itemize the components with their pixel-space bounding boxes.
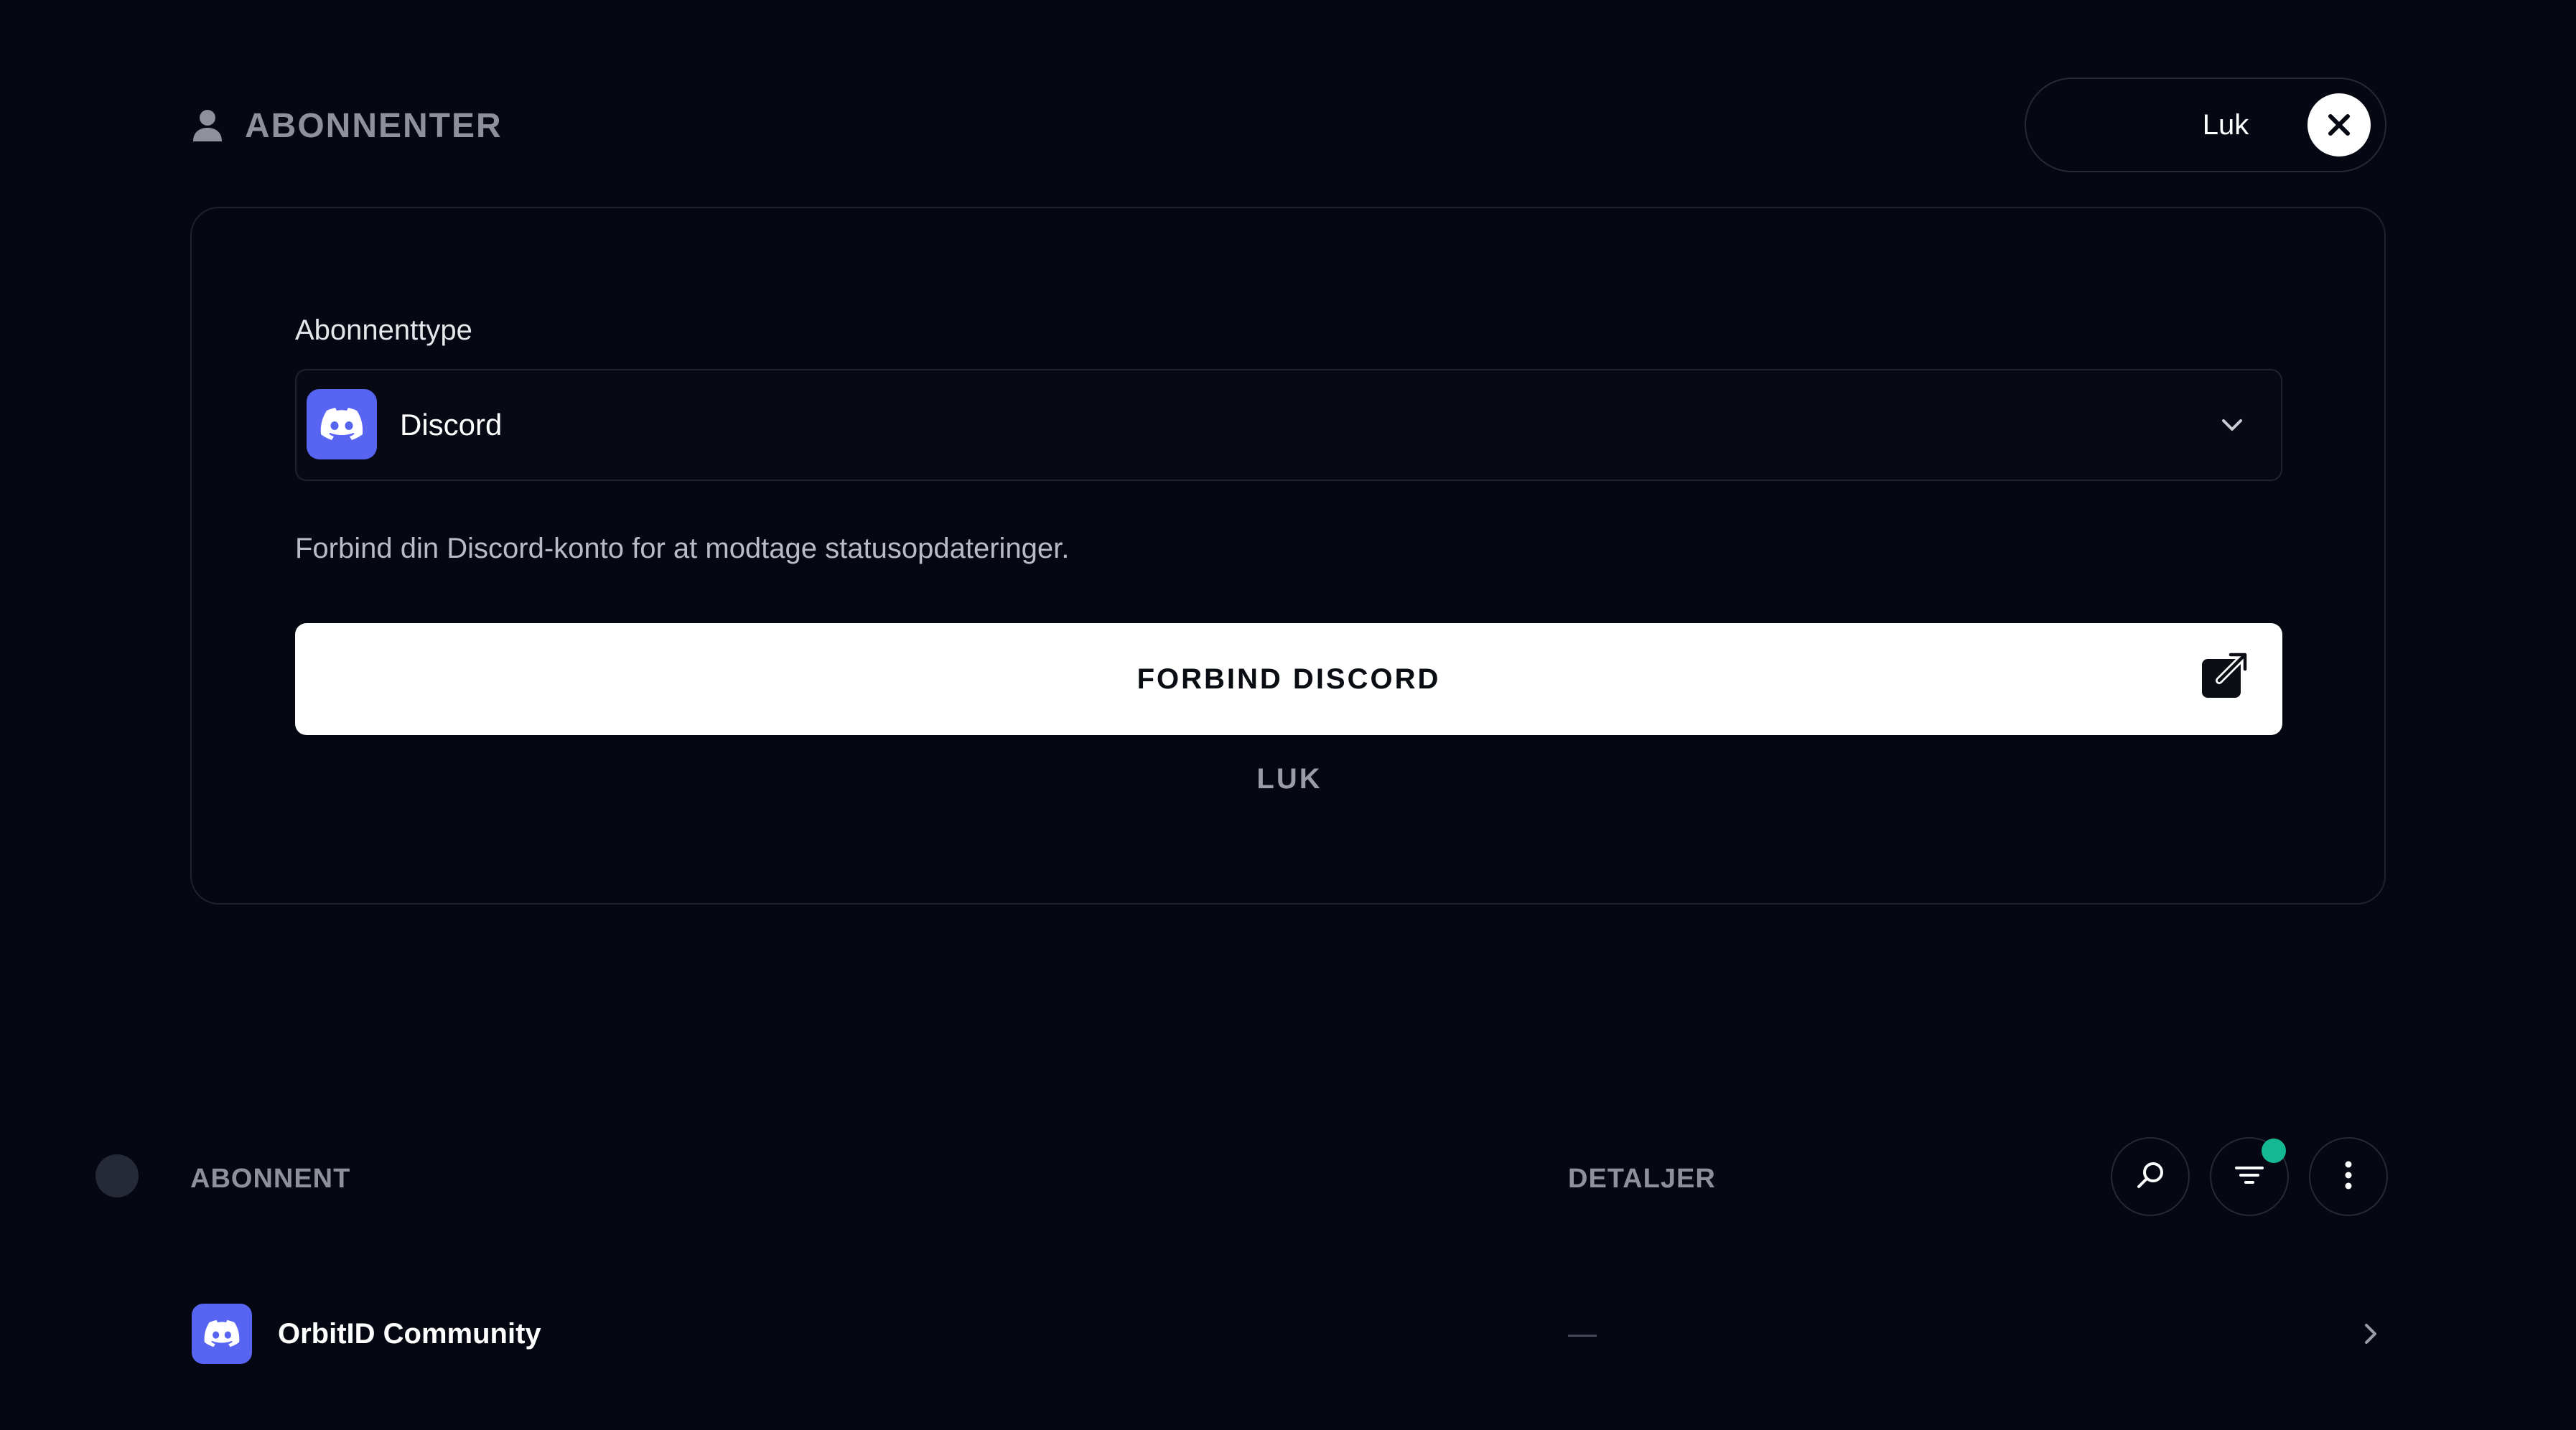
search-button[interactable] (2111, 1137, 2190, 1216)
column-header-subscriber: ABONNENT (190, 1163, 351, 1194)
row-details-value: — (1568, 1317, 1597, 1350)
table-row[interactable]: OrbitID Community — (190, 1298, 2387, 1370)
close-button-label: Luk (2202, 108, 2249, 141)
external-link-icon (2199, 650, 2249, 701)
more-options-button[interactable] (2309, 1137, 2388, 1216)
search-icon (2133, 1158, 2167, 1196)
close-icon (2307, 93, 2371, 156)
connect-discord-label: FORBIND DISCORD (1137, 663, 1441, 695)
chevron-right-icon (2353, 1317, 2387, 1351)
subscriber-type-select[interactable]: Discord (295, 369, 2282, 481)
connect-discord-button[interactable]: FORBIND DISCORD (295, 623, 2282, 735)
subscriber-type-value: Discord (400, 408, 503, 441)
filter-button[interactable] (2210, 1137, 2289, 1216)
row-subscriber-name: OrbitID Community (278, 1317, 541, 1350)
discord-icon (307, 389, 377, 459)
filter-icon (2232, 1158, 2267, 1196)
page-title: ABONNENTER (245, 106, 503, 145)
select-all-checkbox[interactable] (95, 1154, 139, 1197)
discord-icon (192, 1304, 252, 1364)
column-header-details: DETALJER (1568, 1163, 1716, 1194)
page-header: ABONNENTER (190, 101, 503, 151)
close-button[interactable]: Luk (2025, 78, 2386, 172)
user-icon (190, 107, 225, 144)
subscriber-form-card: Abonnenttype Discord Forbind din Discord… (190, 207, 2386, 905)
more-vertical-icon (2341, 1158, 2356, 1196)
subscriber-type-label: Abonnenttype (295, 314, 472, 346)
connect-description: Forbind din Discord-konto for at modtage… (295, 533, 1070, 564)
filter-active-indicator (2262, 1139, 2286, 1163)
chevron-down-icon (2215, 408, 2249, 442)
cancel-link[interactable]: LUK (1218, 754, 1361, 804)
